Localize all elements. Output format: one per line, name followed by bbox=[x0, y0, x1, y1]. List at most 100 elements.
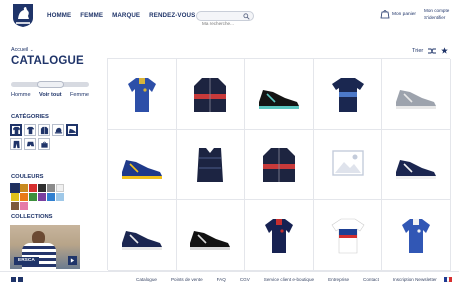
gender-femme[interactable]: Femme bbox=[70, 92, 89, 98]
collection-model-shirt bbox=[22, 243, 56, 269]
collection-tag: ERSCA bbox=[14, 257, 39, 265]
category-tshirt[interactable] bbox=[24, 124, 36, 136]
product-card[interactable] bbox=[108, 59, 177, 130]
cart-label: Mon panier bbox=[392, 11, 416, 17]
arrow-right-icon bbox=[70, 258, 75, 263]
footer-link-cgv[interactable]: CGV bbox=[240, 277, 250, 282]
bag-icon bbox=[40, 141, 48, 148]
jacket-navy-red-icon bbox=[194, 77, 227, 112]
nav-femme[interactable]: FEMME bbox=[80, 12, 103, 19]
product-card[interactable] bbox=[176, 129, 246, 201]
footer-link-service-client[interactable]: Service client e-boutique bbox=[264, 277, 314, 282]
product-card[interactable] bbox=[382, 200, 451, 271]
category-sneaker[interactable] bbox=[66, 124, 78, 136]
category-shorts[interactable] bbox=[24, 138, 36, 150]
nav-marque[interactable]: MARQUE bbox=[112, 12, 140, 19]
color-swatch[interactable] bbox=[10, 183, 20, 193]
shuffle-icon[interactable] bbox=[428, 48, 437, 54]
color-swatch[interactable] bbox=[11, 202, 19, 210]
social-links bbox=[11, 277, 23, 282]
color-swatch[interactable] bbox=[38, 184, 46, 192]
footer-link-newsletter[interactable]: Inscription Newsletter bbox=[393, 277, 437, 282]
pants-icon bbox=[12, 140, 20, 148]
category-pants[interactable] bbox=[10, 138, 22, 150]
polo-blue-icon bbox=[127, 77, 156, 112]
sneaker-navy-white-icon bbox=[396, 160, 437, 180]
footer-link-contact[interactable]: Contact bbox=[363, 277, 379, 282]
category-polo[interactable] bbox=[10, 124, 22, 136]
color-swatch[interactable] bbox=[56, 184, 64, 192]
color-swatch[interactable] bbox=[29, 184, 37, 192]
gender-slider-track[interactable] bbox=[11, 81, 89, 88]
nav-homme[interactable]: HOMME bbox=[47, 12, 71, 19]
category-cap[interactable] bbox=[52, 124, 64, 136]
breadcrumb[interactable]: Accueil ⌄ bbox=[11, 47, 34, 53]
facebook-icon[interactable] bbox=[11, 277, 16, 282]
twitter-icon[interactable] bbox=[18, 277, 23, 282]
product-card[interactable] bbox=[176, 200, 246, 271]
star-icon[interactable] bbox=[441, 47, 449, 54]
category-filters bbox=[10, 124, 90, 150]
footer-link-points-de-vente[interactable]: Points de vente bbox=[171, 277, 203, 282]
product-card[interactable] bbox=[313, 200, 383, 271]
footer-link-catalogue[interactable]: Catalogue bbox=[136, 277, 157, 282]
color-swatch[interactable] bbox=[38, 193, 46, 201]
category-jacket[interactable] bbox=[38, 124, 50, 136]
page-title: CATALOGUE bbox=[11, 55, 84, 67]
sneaker-icon bbox=[68, 128, 76, 133]
login-link[interactable]: S'identifier bbox=[424, 14, 449, 21]
account-menu: Mon compte S'identifier bbox=[424, 7, 449, 21]
color-swatch[interactable] bbox=[47, 184, 55, 192]
color-swatch[interactable] bbox=[11, 193, 19, 201]
sort-bar: Trier bbox=[412, 47, 449, 54]
gender-voir-tout[interactable]: Voir tout bbox=[39, 92, 62, 98]
product-card[interactable] bbox=[245, 129, 314, 201]
sneaker-grey-icon bbox=[396, 89, 437, 109]
product-card[interactable] bbox=[108, 200, 177, 271]
color-swatch[interactable] bbox=[56, 193, 64, 201]
footer-link-faq[interactable]: FAQ bbox=[217, 277, 226, 282]
color-swatch[interactable] bbox=[20, 202, 28, 210]
color-swatch[interactable] bbox=[20, 184, 28, 192]
france-flag-icon[interactable] bbox=[444, 277, 453, 282]
search-box bbox=[196, 11, 254, 28]
collection-banner[interactable]: ERSCA bbox=[10, 225, 80, 269]
tshirt-icon bbox=[26, 126, 34, 134]
gender-homme[interactable]: Homme bbox=[11, 92, 31, 98]
collections-heading: COLLECTIONS bbox=[11, 214, 53, 220]
search-input[interactable] bbox=[197, 19, 243, 28]
categories-heading: CATÉGORIES bbox=[11, 114, 49, 120]
sort-label[interactable]: Trier bbox=[412, 48, 423, 54]
product-grid bbox=[107, 58, 451, 271]
product-card[interactable] bbox=[245, 59, 314, 130]
collection-arrow-button[interactable] bbox=[68, 256, 77, 265]
product-card[interactable] bbox=[382, 59, 451, 130]
product-card[interactable] bbox=[176, 59, 246, 130]
product-card[interactable] bbox=[245, 200, 314, 271]
gender-slider-handle[interactable] bbox=[37, 81, 64, 88]
footer-link-entreprise[interactable]: Entreprise bbox=[328, 277, 349, 282]
search-icon[interactable] bbox=[243, 13, 250, 20]
jersey-tricolore-icon bbox=[331, 218, 364, 254]
color-swatch[interactable] bbox=[20, 193, 28, 201]
product-card[interactable] bbox=[313, 59, 383, 130]
product-card[interactable] bbox=[313, 129, 383, 201]
nav-rendez-vous[interactable]: RENDEZ-VOUS bbox=[149, 12, 195, 19]
cart-link[interactable]: Mon panier bbox=[380, 9, 416, 19]
le-coq-sportif-logo-icon[interactable] bbox=[11, 3, 35, 28]
category-bag[interactable] bbox=[38, 138, 50, 150]
color-swatch[interactable] bbox=[47, 193, 55, 201]
product-card[interactable] bbox=[108, 129, 177, 201]
gender-slider[interactable]: Homme Voir tout Femme bbox=[11, 81, 89, 98]
product-card[interactable] bbox=[382, 129, 451, 201]
shopping-bag-icon bbox=[380, 10, 390, 19]
color-swatch[interactable] bbox=[29, 193, 37, 201]
colors-heading: COULEURS bbox=[11, 174, 44, 180]
color-filters bbox=[10, 183, 71, 210]
cap-icon bbox=[54, 127, 62, 133]
chevron-down-icon: ⌄ bbox=[29, 47, 34, 52]
jacket-navy-red-2-icon bbox=[262, 148, 295, 183]
image-placeholder-icon bbox=[331, 150, 364, 177]
account-link[interactable]: Mon compte bbox=[424, 7, 449, 14]
polo-royal-icon bbox=[402, 218, 431, 253]
